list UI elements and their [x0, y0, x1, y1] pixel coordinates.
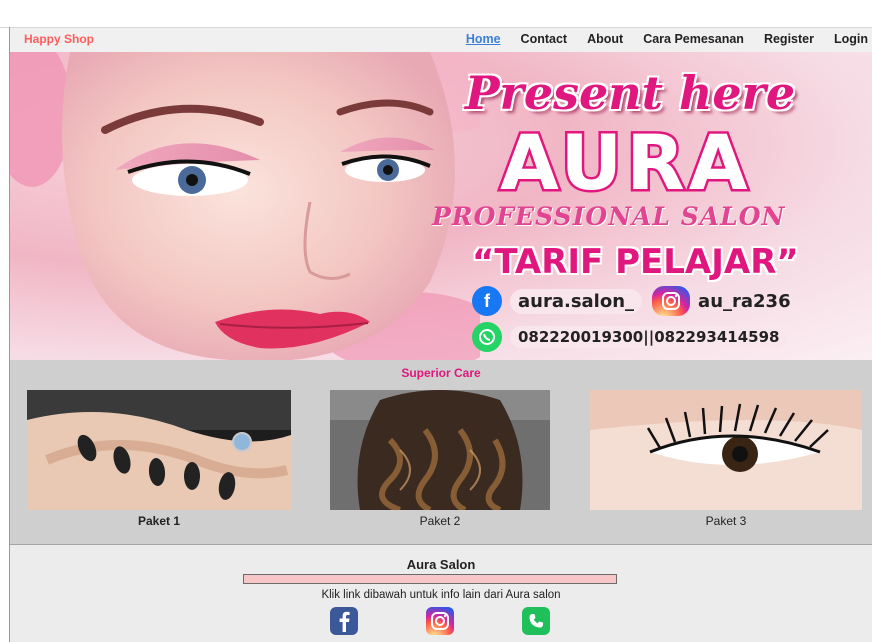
nav-login[interactable]: Login: [834, 32, 868, 46]
facebook-icon: f: [472, 286, 502, 316]
hero-social-row: f aura.salon_ au_ra236: [472, 286, 791, 316]
nav-home[interactable]: Home: [466, 32, 501, 46]
brand-logo[interactable]: Happy Shop: [24, 32, 94, 46]
package-1-image[interactable]: [27, 390, 291, 510]
hero-phone-row: 082220019300||082293414598: [472, 322, 788, 352]
instagram-icon[interactable]: [426, 607, 454, 635]
whatsapp-icon[interactable]: [522, 607, 550, 635]
nav-contact[interactable]: Contact: [521, 32, 568, 46]
model-face-image: [10, 52, 480, 360]
package-2-image[interactable]: [330, 390, 550, 510]
package-3-image[interactable]: [590, 390, 862, 510]
footer-divider-bar: [243, 574, 617, 584]
whatsapp-icon: [472, 322, 502, 352]
browser-top-strip: [0, 0, 872, 28]
hero-aura-title: AURA: [498, 116, 752, 210]
footer: Aura Salon Klik link dibawah untuk info …: [10, 545, 872, 642]
hero-tarif-pelajar: “TARIF PELAJAR”: [472, 242, 799, 282]
hero-banner: Present here AURA PROFESSIONAL SALON “TA…: [10, 52, 872, 360]
nav-about[interactable]: About: [587, 32, 623, 46]
care-title: Superior Care: [401, 366, 481, 380]
superior-care-section: Superior Care Paket 1 Paket 2 Paket 3: [10, 360, 872, 545]
facebook-icon[interactable]: [330, 607, 358, 635]
footer-title: Aura Salon: [406, 557, 476, 572]
hero-present-here: Present here: [465, 66, 796, 120]
package-3-label: Paket 3: [705, 514, 747, 528]
instagram-icon: [652, 286, 691, 316]
package-1-label: Paket 1: [137, 514, 181, 528]
hero-phone-numbers: 082220019300||082293414598: [510, 326, 788, 348]
hero-facebook-handle: aura.salon_: [510, 288, 643, 314]
nav-register[interactable]: Register: [764, 32, 814, 46]
package-2-label: Paket 2: [419, 514, 461, 528]
nav-links: Home Contact About Cara Pemesanan Regist…: [446, 32, 868, 46]
nav-cara-pemesanan[interactable]: Cara Pemesanan: [643, 32, 744, 46]
footer-info-text: Klik link dibawah untuk info lain dari A…: [321, 589, 561, 601]
footer-social-icons: [330, 607, 550, 635]
hero-instagram-handle: au_ra236: [698, 290, 791, 312]
hero-professional-salon: PROFESSIONAL SALON: [432, 202, 786, 231]
navbar: Happy Shop Home Contact About Cara Pemes…: [10, 28, 872, 52]
